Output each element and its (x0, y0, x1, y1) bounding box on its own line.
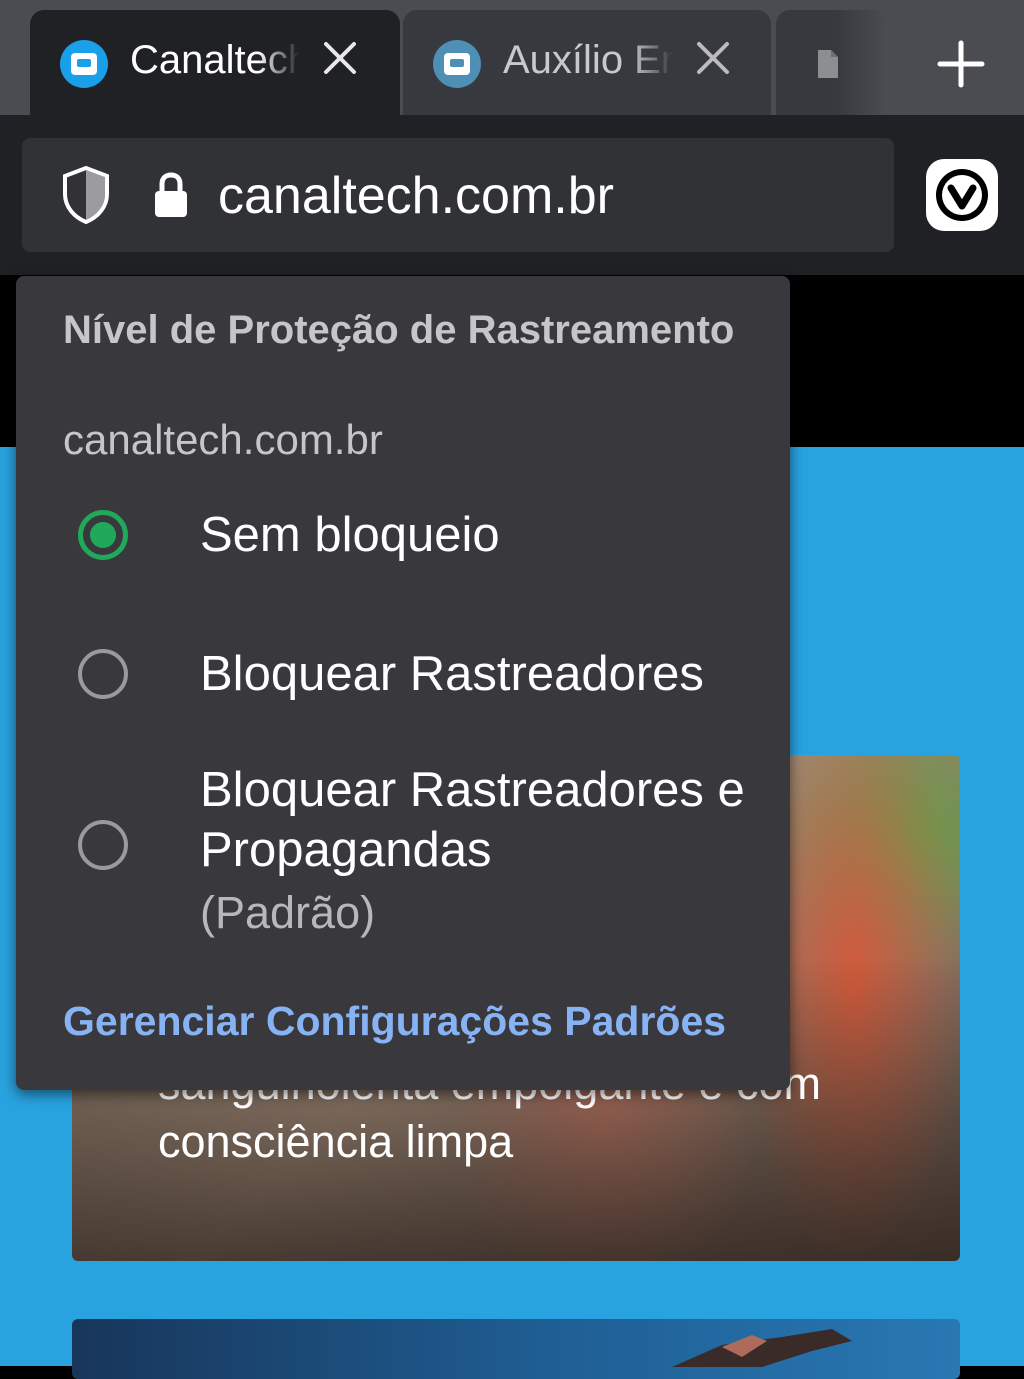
url-text[interactable]: canaltech.com.br (218, 166, 614, 226)
manage-defaults-link[interactable]: Gerenciar Configurações Padrões (63, 998, 726, 1045)
canaltech-favicon-icon (60, 40, 108, 88)
radio-unselected-icon[interactable] (78, 820, 128, 870)
option-label: Bloquear Rastreadores (200, 647, 704, 701)
option-label: Bloquear Rastreadores e Propagandas (200, 763, 745, 877)
radio-unselected-icon[interactable] (78, 649, 128, 699)
tab-strip: Canaltech Auxílio Em (0, 0, 1024, 115)
vivaldi-logo-icon[interactable] (924, 157, 1000, 233)
option-block-trackers-ads[interactable]: Bloquear Rastreadores e Propagandas (Pad… (16, 760, 790, 950)
option-no-blocking[interactable]: Sem bloqueio (16, 502, 790, 622)
option-block-trackers[interactable]: Bloquear Rastreadores (16, 641, 790, 761)
close-tab-icon[interactable] (318, 36, 362, 80)
default-note: (Padrão) (200, 887, 376, 938)
shield-icon[interactable] (60, 165, 112, 225)
article-card-2[interactable] (72, 1319, 960, 1379)
popup-host: canaltech.com.br (63, 416, 383, 463)
toolbar: canaltech.com.br (0, 115, 1024, 275)
tracking-protection-popup: Nível de Proteção de Rastreamento canalt… (16, 276, 790, 1090)
article-image (672, 1329, 852, 1367)
tab-canaltech[interactable]: Canaltech (30, 10, 400, 115)
tab-third[interactable] (776, 10, 886, 115)
close-tab-icon[interactable] (691, 36, 735, 80)
option-label: Sem bloqueio (200, 508, 500, 562)
lock-icon (152, 170, 190, 220)
tab-title: Canaltech (130, 38, 300, 82)
address-bar[interactable]: canaltech.com.br (22, 138, 894, 252)
canaltech-favicon-icon (433, 40, 481, 88)
radio-selected-icon[interactable] (78, 510, 128, 560)
popup-title: Nível de Proteção de Rastreamento (63, 308, 735, 352)
new-tab-icon[interactable] (930, 38, 992, 90)
tab-auxilio[interactable]: Auxílio Em (403, 10, 771, 115)
tab-title: Auxílio Em (503, 38, 673, 82)
